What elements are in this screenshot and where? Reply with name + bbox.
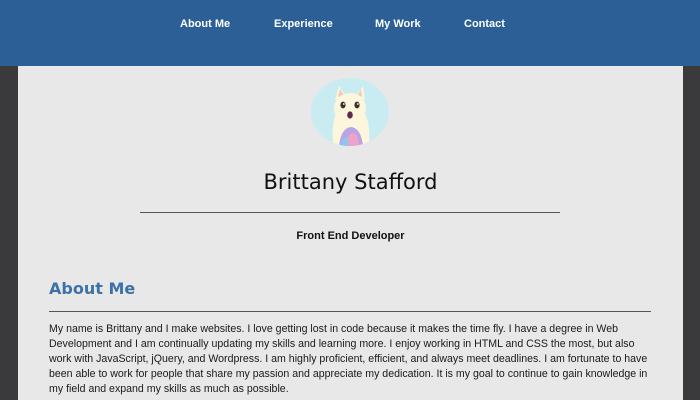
nav-link-contact[interactable]: Contact — [464, 18, 505, 30]
nav-link-experience[interactable]: Experience — [274, 18, 333, 30]
name-divider — [140, 212, 560, 213]
cat-avatar-graphic — [311, 78, 389, 146]
nav-links: About Me Experience My Work Contact — [0, 18, 700, 34]
nav-link-about-me[interactable]: About Me — [180, 18, 230, 30]
main-content: Brittany Stafford Front End Developer Ab… — [18, 66, 683, 400]
profile-role: Front End Developer — [296, 230, 405, 242]
about-me-divider — [49, 311, 651, 312]
nav-link-my-work[interactable]: My Work — [375, 18, 421, 30]
profile-name: Brittany Stafford — [263, 170, 438, 194]
about-me-heading: About Me — [49, 279, 136, 298]
about-me-text: My name is Brittany and I make websites.… — [49, 323, 648, 395]
cat-avatar-icon — [311, 78, 389, 146]
top-navbar: About Me Experience My Work Contact — [0, 0, 700, 66]
